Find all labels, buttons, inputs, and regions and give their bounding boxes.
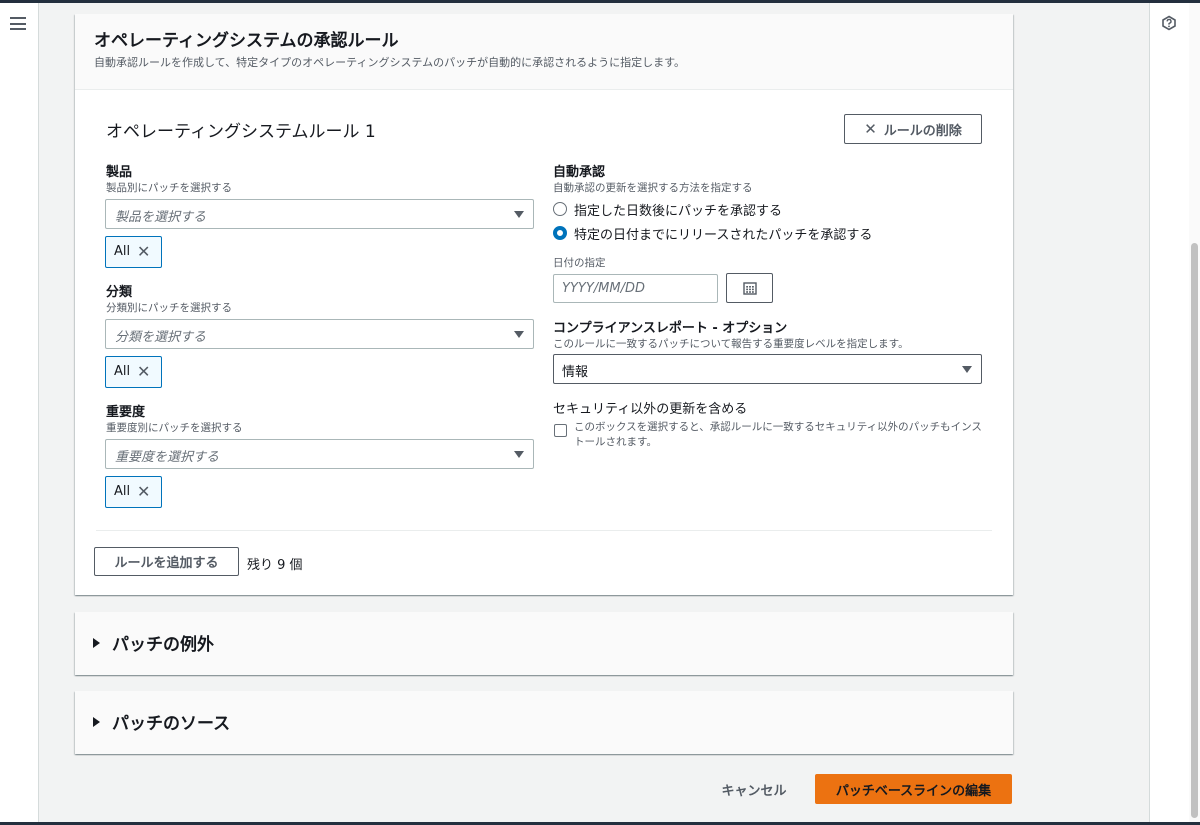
caret-down-icon xyxy=(514,451,524,458)
severity-description: 重要度別にパッチを選択する xyxy=(106,422,243,434)
classification-token: All ✕ xyxy=(105,356,162,388)
right-tools-rail xyxy=(1149,3,1189,822)
classification-select[interactable]: 分類を選択する xyxy=(105,319,534,349)
add-rule-label: ルールを追加する xyxy=(114,556,219,571)
calendar-button[interactable] xyxy=(726,273,773,303)
rule-title: オペレーティングシステムルール 1 xyxy=(106,122,376,142)
remove-rule-label: ルールの削除 xyxy=(883,123,962,139)
product-select[interactable]: 製品を選択する xyxy=(105,199,534,229)
close-icon: ✕ xyxy=(864,120,877,138)
add-rule-button[interactable]: ルールを追加する xyxy=(94,547,239,576)
patch-sources-expander[interactable]: パッチのソース xyxy=(93,709,230,734)
radio-approve-after-days[interactable]: 指定した日数後にパッチを承認する xyxy=(553,200,783,219)
patch-exceptions-heading: パッチの例外 xyxy=(112,635,214,655)
non-security-checkbox[interactable] xyxy=(554,424,567,437)
product-placeholder: 製品を選択する xyxy=(115,210,207,225)
remove-rule-button[interactable]: ✕ ルールの削除 xyxy=(844,114,982,144)
help-icon[interactable] xyxy=(1161,15,1177,31)
caret-down-icon xyxy=(962,366,972,373)
severity-select[interactable]: 重要度を選択する xyxy=(105,439,534,469)
radio-label: 指定した日数後にパッチを承認する xyxy=(574,203,783,219)
patch-exceptions-section: パッチの例外 xyxy=(75,612,1013,675)
edit-patch-baseline-button[interactable]: パッチベースラインの編集 xyxy=(815,774,1012,804)
product-token-label: All xyxy=(114,244,131,259)
os-approval-rules-container: オペレーティングシステムの承認ルール 自動承認ルールを作成して、特定タイプのオペ… xyxy=(75,14,1013,595)
compliance-label: コンプライアンスレポート - オプション xyxy=(553,321,788,336)
radio-label: 特定の日付までにリリースされたパッチを承認する xyxy=(574,227,873,243)
container-title: オペレーティングシステムの承認ルール xyxy=(94,31,399,51)
menu-icon[interactable] xyxy=(10,17,26,30)
auto-approval-label: 自動承認 xyxy=(553,165,606,180)
classification-description: 分類別にパッチを選択する xyxy=(106,302,232,314)
close-icon[interactable]: ✕ xyxy=(137,362,150,381)
close-icon[interactable]: ✕ xyxy=(137,482,150,501)
classification-label: 分類 xyxy=(106,285,133,300)
cancel-button[interactable]: キャンセル xyxy=(712,777,796,802)
non-security-label: セキュリティ以外の更新を含める xyxy=(553,402,748,417)
scrollbar[interactable] xyxy=(1189,3,1200,822)
close-icon[interactable]: ✕ xyxy=(137,242,150,261)
patch-sources-section: パッチのソース xyxy=(75,691,1013,754)
left-navigation-rail xyxy=(0,3,39,822)
classification-placeholder: 分類を選択する xyxy=(115,330,207,345)
radio-button[interactable] xyxy=(553,202,567,216)
caret-down-icon xyxy=(514,331,524,338)
radio-button-selected[interactable] xyxy=(553,226,567,240)
compliance-value: 情報 xyxy=(562,365,589,380)
compliance-description: このルールに一致するパッチについて報告する重要度レベルを指定します。 xyxy=(553,338,909,350)
divider xyxy=(96,530,992,531)
date-placeholder: YYYY/MM/DD xyxy=(562,281,645,296)
top-border xyxy=(0,0,1200,3)
caret-down-icon xyxy=(514,211,524,218)
patch-sources-heading: パッチのソース xyxy=(112,714,231,734)
product-token: All ✕ xyxy=(105,236,162,268)
product-label: 製品 xyxy=(106,165,133,180)
remaining-count: 残り 9 個 xyxy=(247,558,303,573)
calendar-icon xyxy=(743,282,757,295)
compliance-select[interactable]: 情報 xyxy=(553,354,982,384)
classification-token-label: All xyxy=(114,364,131,379)
container-header: オペレーティングシステムの承認ルール 自動承認ルールを作成して、特定タイプのオペ… xyxy=(75,14,1013,90)
date-label: 日付の指定 xyxy=(553,257,606,269)
scrollbar-thumb[interactable] xyxy=(1191,243,1198,818)
container-description: 自動承認ルールを作成して、特定タイプのオペレーティングシステムのパッチが自動的に… xyxy=(94,56,686,69)
product-description: 製品別にパッチを選択する xyxy=(106,182,232,194)
non-security-checkbox-text: このボックスを選択すると、承認ルールに一致するセキュリティ以外のパッチもインスト… xyxy=(574,421,982,448)
expand-triangle-icon xyxy=(93,716,100,727)
expand-triangle-icon xyxy=(93,637,100,648)
radio-approve-until-date[interactable]: 特定の日付までにリリースされたパッチを承認する xyxy=(553,224,873,243)
severity-placeholder: 重要度を選択する xyxy=(115,450,220,465)
date-input[interactable]: YYYY/MM/DD xyxy=(553,274,718,303)
severity-token-label: All xyxy=(114,484,131,499)
severity-token: All ✕ xyxy=(105,476,162,508)
severity-label: 重要度 xyxy=(106,405,146,420)
edit-patch-baseline-label: パッチベースラインの編集 xyxy=(835,783,992,799)
auto-approval-description: 自動承認の更新を選択する方法を指定する xyxy=(553,182,753,194)
patch-exceptions-expander[interactable]: パッチの例外 xyxy=(93,630,214,655)
